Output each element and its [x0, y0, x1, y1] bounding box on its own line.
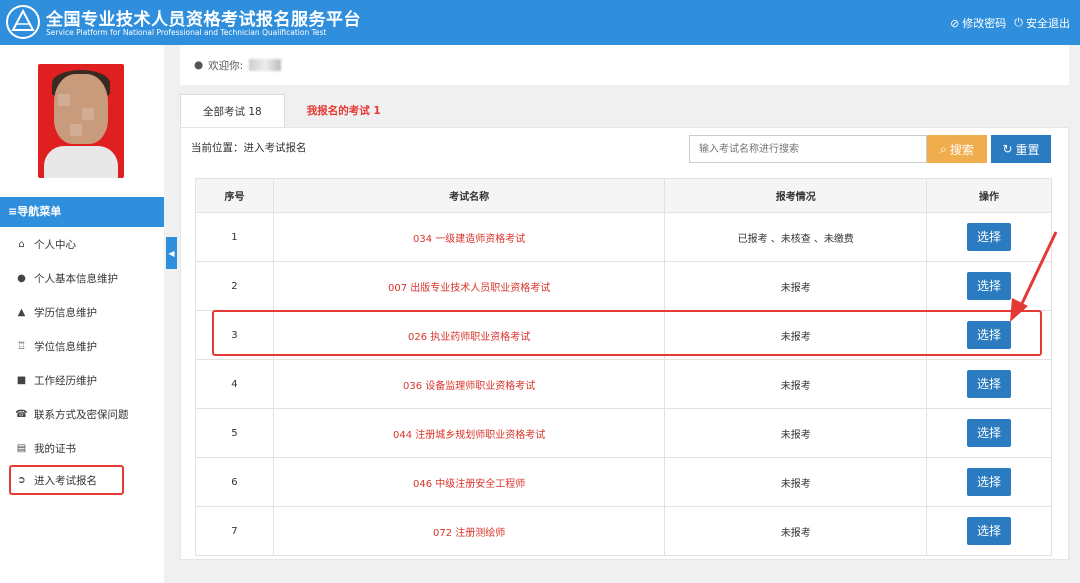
exam-content: 当前位置：进入考试报名 ⌕ 搜索 ↻ 重置 序号 考试名称 报考情况 操作	[180, 127, 1069, 560]
select-button[interactable]: 选择	[967, 370, 1012, 398]
row-no: 2	[195, 261, 274, 311]
table-header-row: 序号 考试名称 报考情况 操作	[195, 178, 1052, 213]
table-row: 6 046 中级注册安全工程师 未报考 选择	[195, 457, 1052, 507]
table-row: 5 044 注册城乡规划师职业资格考试 未报考 选择	[195, 408, 1052, 458]
exam-name-link[interactable]: 036 设备监理师职业资格考试	[272, 359, 666, 409]
row-status: 未报考	[664, 506, 928, 556]
user-icon: ●	[194, 59, 204, 71]
col-header-status: 报考情况	[664, 178, 928, 213]
exam-name-link[interactable]: 007 出版专业技术人员职业资格考试	[272, 261, 666, 311]
breadcrumb: 当前位置：进入考试报名	[191, 142, 307, 154]
sidebar-item-work-history[interactable]: ■ 工作经历维护	[0, 363, 164, 397]
sidebar-item-degree[interactable]: ♖ 学位信息维护	[0, 329, 164, 363]
nav-menu-header: ≡导航菜单	[0, 197, 164, 227]
user-icon: ●	[17, 272, 26, 284]
select-button[interactable]: 选择	[967, 517, 1012, 545]
avatar	[38, 64, 124, 178]
sidebar-item-label: 进入考试报名	[34, 474, 97, 487]
platform-subtitle: Service Platform for National Profession…	[46, 28, 327, 37]
exam-name-link[interactable]: 026 执业药师职业资格考试	[272, 310, 666, 360]
reset-button[interactable]: ↻ 重置	[991, 135, 1051, 163]
row-status: 未报考	[664, 408, 928, 458]
phone-icon: ☎	[15, 408, 28, 420]
top-header: 全国专业技术人员资格考试报名服务平台 Service Platform for …	[0, 0, 1080, 45]
arrow-circle-icon: ➲	[17, 474, 26, 486]
table-row: 2 007 出版专业技术人员职业资格考试 未报考 选择	[195, 261, 1052, 311]
user-name-blurred	[249, 59, 282, 71]
logout-label: 安全退出	[1026, 17, 1070, 30]
sidebar-item-contact[interactable]: ☎ 联系方式及密保问题	[0, 397, 164, 431]
table-row: 7 072 注册测绘师 未报考 选择	[195, 506, 1052, 556]
row-no: 1	[195, 212, 274, 262]
power-icon: ⏻	[1014, 16, 1023, 29]
search-button-label: 搜索	[949, 142, 974, 157]
sidebar-item-label: 学位信息维护	[34, 340, 97, 353]
briefcase-icon: ■	[16, 374, 27, 386]
welcome-label: 欢迎你:	[208, 59, 244, 72]
select-button[interactable]: 选择	[967, 468, 1012, 496]
home-icon: ⌂	[18, 238, 25, 250]
col-header-action: 操作	[926, 178, 1052, 213]
row-no: 3	[195, 310, 274, 360]
nav-menu: ⌂ 个人中心 ● 个人基本信息维护 ▲ 学历信息维护 ♖ 学位信息维护 ■ 工作…	[0, 227, 164, 495]
tab-all-exams[interactable]: 全部考试 18	[180, 94, 285, 127]
row-status: 未报考	[664, 261, 928, 311]
exam-name-link[interactable]: 034 一级建造师资格考试	[272, 212, 666, 262]
select-button[interactable]: 选择	[967, 321, 1012, 349]
graduation-cap-icon: ▲	[17, 306, 26, 318]
table-row: 4 036 设备监理师职业资格考试 未报考 选择	[195, 359, 1052, 409]
row-status: 已报考 、未核查 、未缴费	[664, 212, 928, 262]
table-row: 3 026 执业药师职业资格考试 未报考 选择	[195, 310, 1052, 360]
exam-name-link[interactable]: 044 注册城乡规划师职业资格考试	[272, 408, 666, 458]
logout-link[interactable]: ⏻ 安全退出	[1014, 15, 1070, 31]
sidebar-item-exam-registration[interactable]: ➲ 进入考试报名	[9, 465, 124, 495]
exam-panel: 全部考试 18 我报名的考试 1 当前位置：进入考试报名 ⌕ 搜索 ↻ 重置 序…	[180, 94, 1069, 560]
sidebar-item-personal-center[interactable]: ⌂ 个人中心	[0, 227, 164, 261]
sidebar-item-label: 联系方式及密保问题	[34, 408, 129, 421]
welcome-bar: ● 欢迎你:	[180, 45, 1069, 85]
row-no: 7	[195, 506, 274, 556]
exam-name-link[interactable]: 046 中级注册安全工程师	[272, 457, 666, 507]
check-circle-icon: ⊘	[950, 16, 960, 30]
sidebar-item-basic-info[interactable]: ● 个人基本信息维护	[0, 261, 164, 295]
sidebar-item-certificates[interactable]: ▤ 我的证书	[0, 431, 164, 465]
sidebar-item-label: 我的证书	[34, 442, 76, 455]
search-input[interactable]	[689, 135, 927, 163]
sidebar: ≡导航菜单 ⌂ 个人中心 ● 个人基本信息维护 ▲ 学历信息维护 ♖ 学位信息维…	[0, 45, 164, 583]
sidebar-item-label: 个人中心	[34, 238, 76, 251]
exam-table: 序号 考试名称 报考情况 操作 1 034 一级建造师资格考试 已报考 、未核查…	[195, 178, 1052, 556]
sidebar-item-education[interactable]: ▲ 学历信息维护	[0, 295, 164, 329]
table-row: 1 034 一级建造师资格考试 已报考 、未核查 、未缴费 选择	[195, 212, 1052, 262]
search-button[interactable]: ⌕ 搜索	[927, 135, 987, 163]
change-password-link[interactable]: ⊘ 修改密码	[950, 15, 1006, 31]
logo-icon	[6, 5, 40, 39]
row-status: 未报考	[664, 310, 928, 360]
col-header-no: 序号	[195, 178, 274, 213]
certificate-icon: ▤	[16, 442, 27, 454]
refresh-icon: ↻	[1002, 142, 1013, 156]
reset-button-label: 重置	[1015, 142, 1040, 157]
row-no: 4	[195, 359, 274, 409]
sidebar-item-label: 学历信息维护	[34, 306, 97, 319]
sidebar-toggle-button[interactable]: ◀	[166, 237, 177, 269]
tab-my-exams[interactable]: 我报名的考试 1	[285, 94, 403, 127]
degree-icon: ♖	[17, 340, 26, 352]
caret-left-icon: ◀	[168, 248, 175, 258]
col-header-name: 考试名称	[272, 178, 666, 213]
row-status: 未报考	[664, 359, 928, 409]
exam-name-link[interactable]: 072 注册测绘师	[272, 506, 666, 556]
change-password-label: 修改密码	[962, 17, 1007, 30]
sidebar-item-label: 个人基本信息维护	[34, 272, 118, 285]
select-button[interactable]: 选择	[967, 223, 1012, 251]
select-button[interactable]: 选择	[967, 272, 1012, 300]
row-status: 未报考	[664, 457, 928, 507]
exam-tabs: 全部考试 18 我报名的考试 1	[180, 94, 403, 127]
search-icon: ⌕	[940, 141, 947, 156]
row-no: 6	[195, 457, 274, 507]
select-button[interactable]: 选择	[967, 419, 1012, 447]
sidebar-item-label: 工作经历维护	[34, 374, 97, 387]
platform-title: 全国专业技术人员资格考试报名服务平台	[46, 10, 361, 30]
row-no: 5	[195, 408, 274, 458]
